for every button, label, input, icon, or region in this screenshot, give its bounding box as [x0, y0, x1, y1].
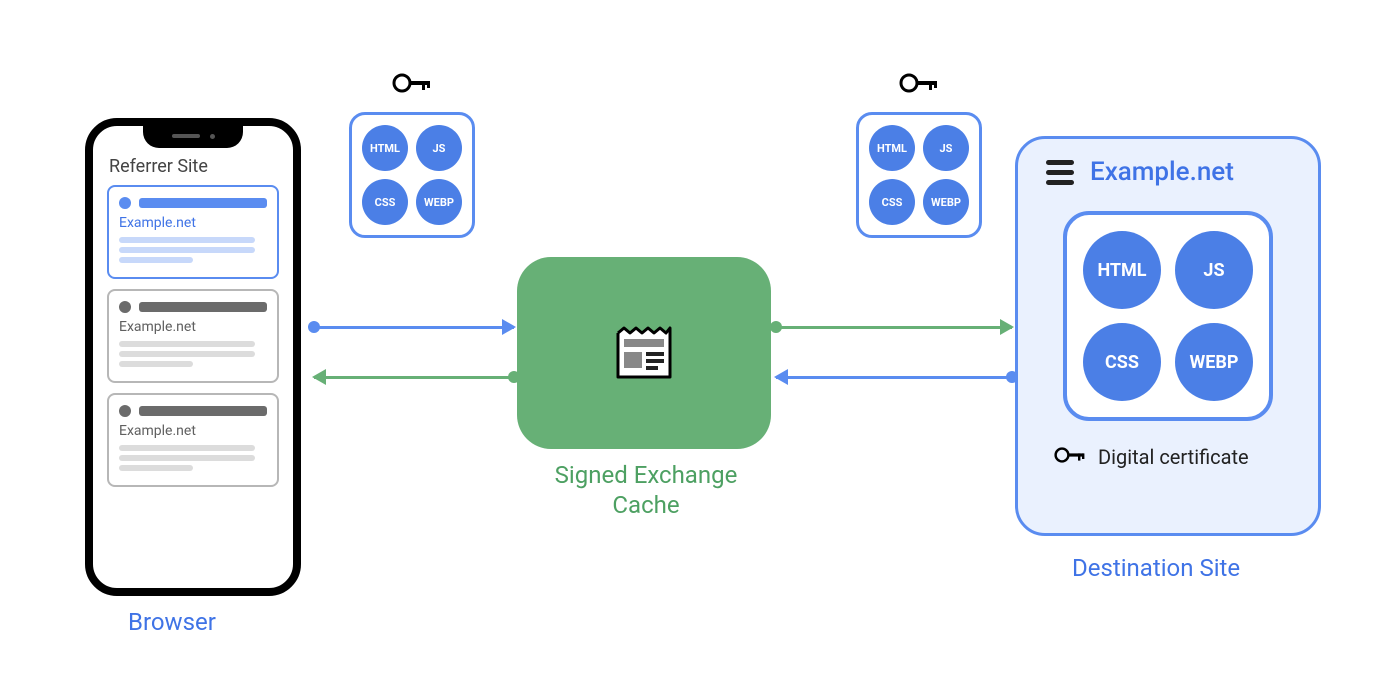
asset-bundle: HTML JS CSS WEBP: [349, 112, 475, 238]
key-icon: [899, 68, 939, 102]
destination-title: Example.net: [1090, 157, 1234, 187]
asset-chip: HTML: [869, 125, 915, 171]
asset-chip: CSS: [1083, 323, 1161, 401]
asset-chip: HTML: [362, 125, 408, 171]
result-card: Example.net: [107, 393, 279, 487]
arrow-browser-to-cache: [314, 326, 514, 329]
asset-chip: JS: [923, 125, 969, 171]
cache-label: Signed Exchange Cache: [536, 460, 756, 520]
result-card-title: Example.net: [119, 319, 267, 335]
asset-chip: JS: [1175, 231, 1253, 309]
destination-asset-bundle: HTML JS CSS WEBP: [1063, 211, 1273, 421]
referrer-site-title: Referrer Site: [109, 156, 279, 177]
asset-chip: WEBP: [416, 179, 462, 225]
newspaper-icon: [614, 325, 674, 381]
browser-label: Browser: [128, 608, 216, 636]
destination-site: Example.net HTML JS CSS WEBP Digital cer…: [1015, 136, 1321, 536]
signed-package-b: HTML JS CSS WEBP: [856, 112, 982, 238]
arrow-destination-to-cache: [776, 376, 1012, 379]
result-card: Example.net: [107, 185, 279, 279]
arrow-cache-to-destination: [776, 326, 1012, 329]
asset-chip: CSS: [362, 179, 408, 225]
asset-chip: JS: [416, 125, 462, 171]
key-icon: [1054, 443, 1086, 471]
asset-chip: WEBP: [1175, 323, 1253, 401]
arrow-cache-to-browser: [314, 376, 514, 379]
signed-package-a: HTML JS CSS WEBP: [349, 112, 475, 238]
digital-certificate-label: Digital certificate: [1098, 445, 1249, 469]
destination-label: Destination Site: [1072, 554, 1240, 582]
diagram-stage: Referrer Site Example.net Example.net Ex…: [0, 0, 1386, 680]
hamburger-icon: [1046, 160, 1074, 185]
asset-bundle: HTML JS CSS WEBP: [856, 112, 982, 238]
asset-chip: HTML: [1083, 231, 1161, 309]
signed-exchange-cache: [517, 257, 771, 449]
asset-chip: WEBP: [923, 179, 969, 225]
phone-screen: Referrer Site Example.net Example.net Ex…: [93, 126, 293, 588]
phone-frame: Referrer Site Example.net Example.net Ex…: [85, 118, 301, 596]
result-card-title: Example.net: [119, 423, 267, 439]
result-card-title: Example.net: [119, 215, 267, 231]
key-icon: [392, 68, 432, 102]
asset-chip: CSS: [869, 179, 915, 225]
result-card: Example.net: [107, 289, 279, 383]
